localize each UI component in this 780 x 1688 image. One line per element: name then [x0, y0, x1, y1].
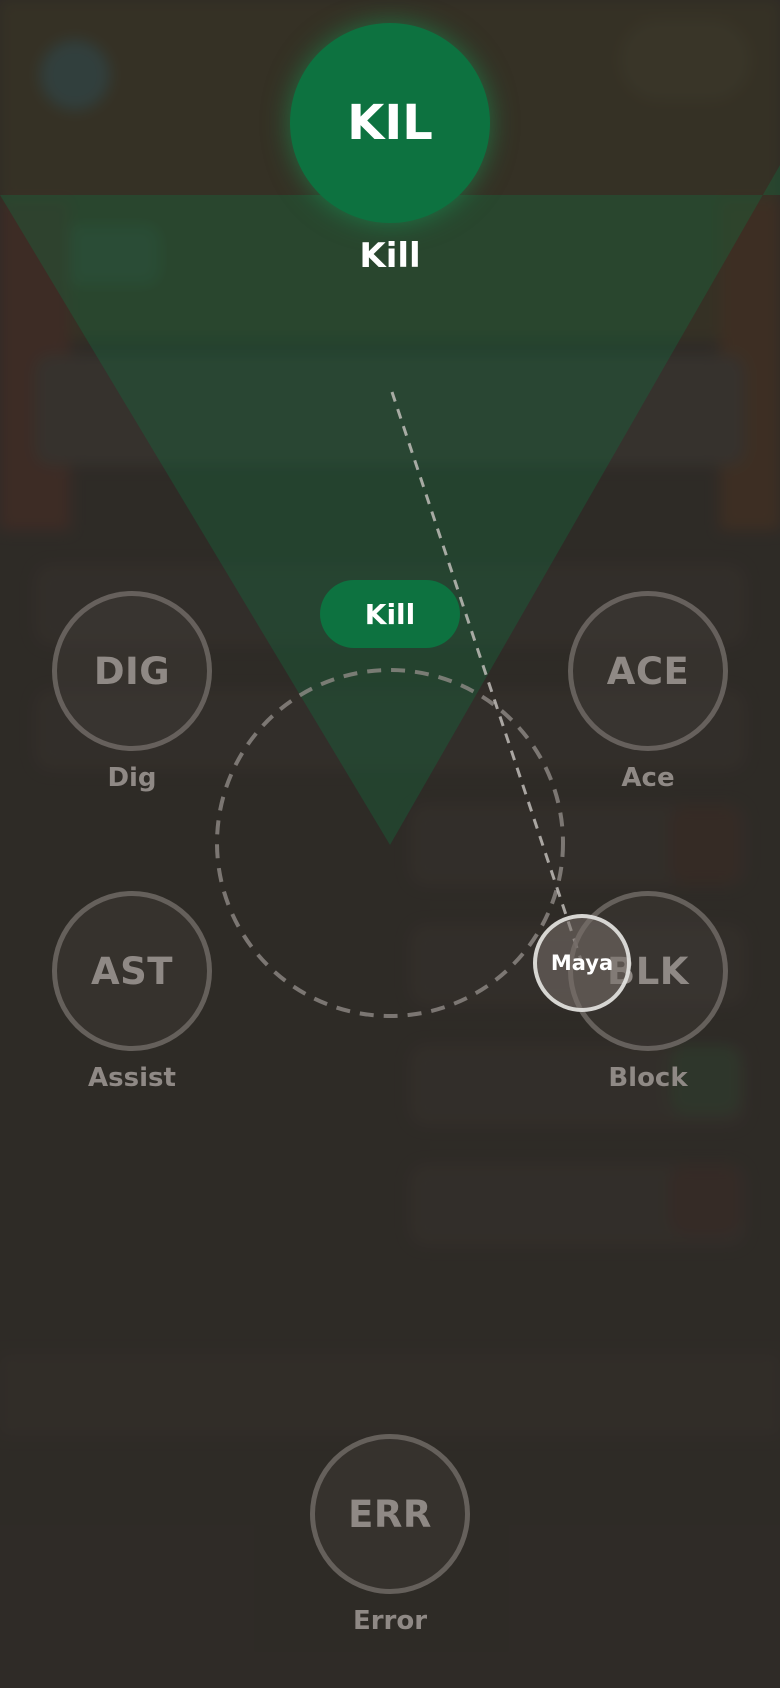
block-action-label: Block: [608, 1063, 688, 1093]
error-action-button[interactable]: ERR: [310, 1434, 470, 1594]
error-action-label: Error: [352, 1606, 428, 1636]
player-drag-chip[interactable]: Maya: [533, 914, 631, 1012]
dig-action-label: Dig: [107, 763, 157, 793]
kill-action-button[interactable]: KIL: [290, 23, 490, 223]
ace-action-button[interactable]: ACE: [568, 591, 728, 751]
ace-action-label: Ace: [621, 763, 675, 793]
assist-action-button[interactable]: AST: [52, 891, 212, 1051]
assist-action-label: Assist: [88, 1063, 176, 1093]
selected-action-pill: Kill: [320, 580, 460, 648]
kill-action-label: Kill: [359, 236, 421, 276]
dig-action-button[interactable]: DIG: [52, 591, 212, 751]
